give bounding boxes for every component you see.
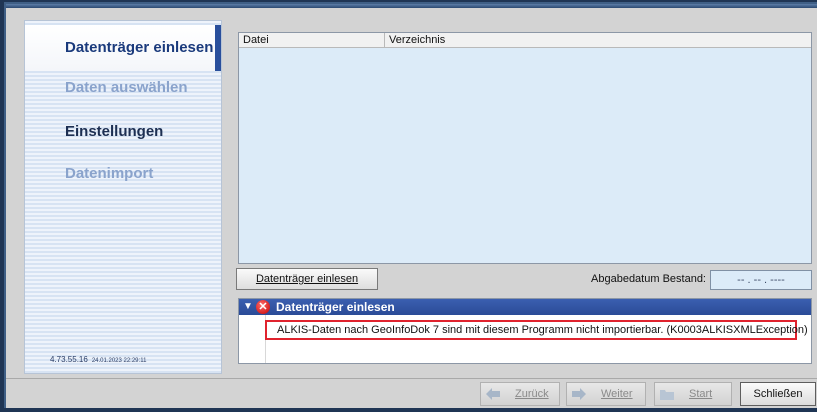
next-button-label: Weiter bbox=[601, 388, 633, 400]
column-header-verzeichnis[interactable]: Verzeichnis bbox=[385, 33, 811, 47]
column-header-datei[interactable]: Datei bbox=[239, 33, 385, 47]
folder-icon bbox=[660, 390, 674, 400]
back-button-label: Zurück bbox=[515, 388, 549, 400]
step-daten-auswaehlen: Daten auswählen bbox=[65, 79, 188, 96]
abgabedatum-field[interactable] bbox=[710, 270, 812, 290]
message-group-title: Datenträger einlesen bbox=[276, 300, 395, 314]
start-button-label: Start bbox=[689, 388, 713, 400]
step-datenimport: Datenimport bbox=[65, 165, 154, 182]
start-button[interactable]: Start bbox=[654, 382, 732, 406]
build-date: 24.01.2023 22:29:11 bbox=[91, 358, 147, 364]
message-panel: ▼ ✕ Datenträger einlesen ALKIS-Daten nac… bbox=[238, 298, 812, 364]
message-group-header[interactable]: ▼ ✕ Datenträger einlesen bbox=[239, 299, 811, 315]
file-list[interactable]: Datei Verzeichnis bbox=[238, 32, 812, 264]
bottom-separator bbox=[6, 378, 817, 379]
version-number: 4.73.55.16 bbox=[50, 355, 88, 364]
abgabedatum-label: Abgabedatum Bestand: bbox=[591, 273, 706, 285]
next-button[interactable]: Weiter bbox=[566, 382, 646, 406]
step-einstellungen: Einstellungen bbox=[65, 123, 164, 140]
arrow-right-icon bbox=[572, 388, 586, 400]
close-button[interactable]: Schließen bbox=[740, 382, 816, 406]
wizard-steps-panel: Datenträger einlesen Daten auswählen Ein… bbox=[24, 20, 222, 374]
message-gutter bbox=[239, 315, 266, 363]
import-wizard-window: Datenträger einlesen Daten auswählen Ein… bbox=[4, 2, 817, 408]
arrow-left-icon bbox=[486, 388, 500, 400]
error-message: ALKIS-Daten nach GeoInfoDok 7 sind mit d… bbox=[265, 320, 808, 340]
version-info: 4.73.55.16 24.01.2023 22:29:11 bbox=[50, 355, 146, 364]
error-icon: ✕ bbox=[256, 300, 270, 314]
back-button[interactable]: Zurück bbox=[480, 382, 560, 406]
file-list-header: Datei Verzeichnis bbox=[239, 33, 811, 48]
read-media-button[interactable]: Datenträger einlesen bbox=[236, 268, 378, 290]
collapse-caret-icon[interactable]: ▼ bbox=[243, 299, 253, 315]
